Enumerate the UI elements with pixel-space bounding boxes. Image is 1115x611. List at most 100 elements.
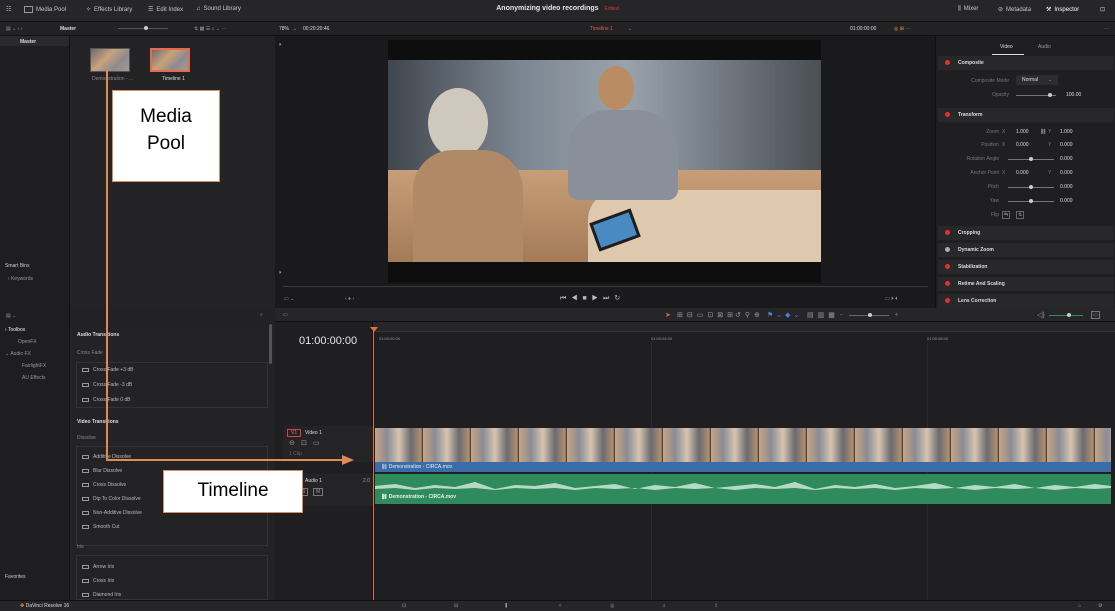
list-item[interactable]: Arrow Iris bbox=[82, 564, 272, 570]
enable-dot[interactable] bbox=[945, 281, 950, 286]
nav-openfx[interactable]: OpenFX bbox=[18, 339, 37, 345]
anchor-x[interactable]: 0.000 bbox=[1016, 170, 1029, 176]
zoom-y[interactable]: 1.000 bbox=[1060, 129, 1073, 135]
jog-icon[interactable]: ‹ ● › bbox=[345, 296, 354, 302]
view-options-icon[interactable]: ⇅ ▦ ☰ ⌕ ⌄ ⋯ bbox=[194, 26, 226, 32]
volume-icon[interactable]: ◁) bbox=[1037, 311, 1045, 319]
chevron-down-icon[interactable]: ⌄ bbox=[628, 26, 632, 32]
lens-correction-section[interactable]: Lens Correction bbox=[938, 294, 1114, 308]
zoom-level[interactable]: 78% bbox=[279, 26, 289, 32]
zoom-plus-icon[interactable]: + bbox=[895, 312, 898, 318]
meter-icon[interactable]: ▭ bbox=[1091, 311, 1100, 319]
opacity-value[interactable]: 100.00 bbox=[1066, 92, 1081, 98]
rotation-value[interactable]: 0.000 bbox=[1060, 156, 1073, 162]
lock-icon[interactable]: ⊖ bbox=[289, 439, 295, 447]
tab-video[interactable]: Video bbox=[1000, 44, 1013, 50]
enable-dot[interactable] bbox=[945, 247, 950, 252]
home-icon[interactable]: ⌂ bbox=[1078, 603, 1081, 609]
out-point-icon[interactable]: ⏵ bbox=[279, 270, 282, 276]
time-ruler[interactable] bbox=[373, 322, 1115, 332]
zoom-dropdown-icon[interactable]: ⌄ bbox=[293, 26, 297, 32]
retime-section[interactable]: Retime And Scaling bbox=[938, 277, 1114, 291]
composite-mode-select[interactable]: Normal ⌄ bbox=[1016, 75, 1058, 85]
slider-knob[interactable] bbox=[1029, 185, 1033, 189]
monitor-icon[interactable]: ▭ bbox=[313, 439, 320, 447]
stabilization-section[interactable]: Stabilization bbox=[938, 260, 1114, 274]
cut-page-icon[interactable]: ⊟ bbox=[454, 603, 458, 609]
position-y[interactable]: 0.000 bbox=[1060, 142, 1073, 148]
list-item[interactable]: Diamond Iris bbox=[82, 592, 272, 598]
zoom-tools[interactable]: ▤▥▦ bbox=[807, 311, 839, 319]
timeline-thumbnail[interactable] bbox=[150, 48, 190, 72]
media-page-icon[interactable]: ⊡ bbox=[402, 603, 406, 609]
zoom-minus-icon[interactable]: − bbox=[840, 312, 843, 318]
search-icon[interactable]: ⌕ bbox=[260, 312, 263, 318]
metadata-button[interactable]: ⊘ Metadata bbox=[998, 6, 1031, 13]
slider-knob[interactable] bbox=[1029, 157, 1033, 161]
enable-dot[interactable] bbox=[945, 298, 950, 303]
transform-section[interactable]: Transform bbox=[938, 108, 1114, 122]
link-icon[interactable]: ⛓ bbox=[1040, 129, 1046, 135]
in-point-icon[interactable]: ⏵ bbox=[279, 42, 282, 48]
viewer-options-icon[interactable]: ▭ ⌄ bbox=[284, 296, 294, 302]
selection-tool-icon[interactable]: ➤ bbox=[665, 311, 671, 319]
mixer-button[interactable]: ⫼ Mixer bbox=[958, 6, 978, 13]
snap-link-lock-icon[interactable]: ↺⚲⊕ bbox=[735, 311, 764, 319]
composite-section[interactable]: Composite bbox=[938, 56, 1114, 70]
nav-toolbox[interactable]: › Toolbox bbox=[5, 327, 25, 333]
deliver-page-icon[interactable]: ⇪ bbox=[714, 603, 718, 609]
color-page-icon[interactable]: ◎ bbox=[610, 603, 614, 609]
flip-vertical-button[interactable]: ⇅ bbox=[1016, 211, 1025, 219]
master-bin[interactable]: Master bbox=[20, 39, 36, 45]
anchor-y[interactable]: 0.000 bbox=[1060, 170, 1073, 176]
panel-toggle-icon[interactable]: ▤ ⌄ ‹ › bbox=[6, 26, 22, 32]
clip-thumbnail[interactable] bbox=[90, 48, 130, 72]
scrubber-bar[interactable] bbox=[283, 286, 928, 287]
tab-audio[interactable]: Audio bbox=[1038, 44, 1051, 50]
nav-audiofx[interactable]: ⌄ Audio FX bbox=[5, 351, 31, 357]
slider-knob[interactable] bbox=[144, 26, 148, 30]
edit-tools[interactable]: ⊞⊟▭⊡⊠⊞ bbox=[677, 311, 737, 319]
list-item[interactable]: Smooth Cut bbox=[82, 524, 272, 530]
nav-fairlightfx[interactable]: FairlightFX bbox=[22, 363, 46, 369]
playhead[interactable] bbox=[373, 330, 374, 600]
inspector-button[interactable]: ⚒ Inspector bbox=[1046, 6, 1079, 13]
timeline-selector[interactable]: Timeline 1 bbox=[590, 26, 613, 32]
slider-knob[interactable] bbox=[1029, 199, 1033, 203]
more-icon[interactable]: ⋯ bbox=[1104, 26, 1109, 32]
timeline-view-icon[interactable]: ▭ bbox=[283, 312, 288, 318]
yaw-value[interactable]: 0.000 bbox=[1060, 198, 1073, 204]
zoom-x[interactable]: 1.000 bbox=[1016, 129, 1029, 135]
slider-knob[interactable] bbox=[1067, 313, 1071, 317]
enable-dot[interactable] bbox=[945, 60, 950, 65]
edit-page-icon[interactable]: ⫼ bbox=[505, 603, 507, 609]
cropping-section[interactable]: Cropping bbox=[938, 226, 1114, 240]
video-clip[interactable] bbox=[375, 428, 1111, 462]
flag-marker-icon[interactable]: ⚑⌄◆⌄ bbox=[767, 311, 802, 319]
transport-controls[interactable]: ⏮◀■▶⏭↻ bbox=[560, 294, 625, 303]
expand-icon[interactable]: ⊡ bbox=[1100, 6, 1105, 13]
volume-slider[interactable] bbox=[1049, 315, 1083, 316]
fusion-page-icon[interactable]: ✧ bbox=[558, 603, 562, 609]
audio-clip[interactable]: ⛓ Demonstration - CIRCA.mov bbox=[375, 474, 1111, 504]
enable-dot[interactable] bbox=[945, 230, 950, 235]
loop-icon[interactable]: ◎ ⊞ ⋯ bbox=[894, 26, 910, 32]
list-item[interactable]: Cross Fade 0 dB bbox=[82, 397, 272, 403]
dynamic-zoom-section[interactable]: Dynamic Zoom bbox=[938, 243, 1114, 257]
thumb-size-slider[interactable] bbox=[118, 28, 168, 29]
v1-tag[interactable]: V1 bbox=[287, 429, 302, 437]
list-item[interactable]: Cross Iris bbox=[82, 578, 272, 584]
video-clip-label[interactable]: ⛓ Demonstration - CIRCA.mov bbox=[375, 462, 1111, 472]
flip-horizontal-button[interactable]: ⇆ bbox=[1002, 211, 1011, 219]
slider-knob[interactable] bbox=[868, 313, 872, 317]
enable-dot[interactable] bbox=[945, 264, 950, 269]
enable-dot[interactable] bbox=[945, 112, 950, 117]
pitch-value[interactable]: 0.000 bbox=[1060, 184, 1073, 190]
auto-select-icon[interactable]: ⊡ bbox=[301, 439, 307, 447]
list-item[interactable]: Cross Fade -3 dB bbox=[82, 382, 272, 388]
mute-button[interactable]: M bbox=[313, 488, 324, 496]
list-item[interactable]: Cross Fade +3 dB bbox=[82, 367, 272, 373]
keywords-bin[interactable]: › Keywords bbox=[8, 276, 33, 282]
position-x[interactable]: 0.000 bbox=[1016, 142, 1029, 148]
scrollbar[interactable] bbox=[269, 324, 272, 364]
